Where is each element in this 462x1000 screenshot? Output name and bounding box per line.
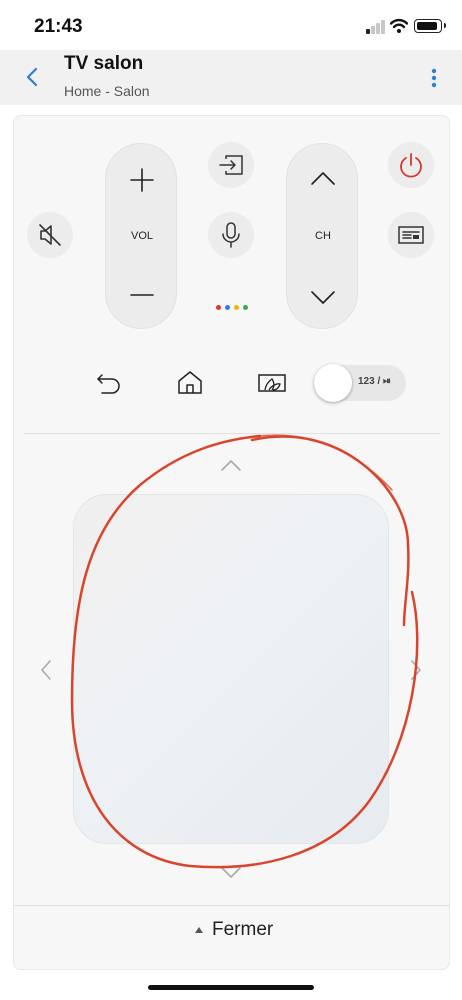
assistant-dots	[216, 305, 250, 311]
microphone-icon	[222, 222, 240, 248]
page-title: TV salon	[64, 53, 144, 74]
volume-label: VOL	[130, 230, 153, 242]
channel-up-button[interactable]	[307, 162, 339, 194]
return-button[interactable]	[92, 368, 124, 398]
mute-icon	[39, 224, 61, 246]
app-header: TV salon Home - Salon	[0, 50, 462, 105]
home-indicator	[148, 985, 314, 990]
channel-rocker: CH	[286, 143, 358, 329]
power-button[interactable]	[388, 142, 434, 188]
more-vertical-icon[interactable]	[425, 66, 443, 90]
volume-up-button[interactable]	[126, 164, 158, 196]
touchpad[interactable]	[73, 494, 389, 844]
assistant-dot	[234, 305, 239, 310]
chevron-down-icon[interactable]	[219, 866, 243, 880]
volume-down-button[interactable]	[126, 279, 158, 311]
guide-icon	[398, 226, 424, 244]
toggle-knob[interactable]	[314, 364, 352, 402]
channel-down-button[interactable]	[307, 282, 339, 314]
status-bar: 21:43	[0, 0, 462, 50]
caret-up-icon	[195, 927, 203, 933]
chevron-left-icon[interactable]	[24, 66, 40, 88]
chevron-right-icon[interactable]	[408, 658, 424, 682]
remote-footer: Fermer	[14, 905, 450, 969]
home-icon	[178, 371, 202, 394]
home-button[interactable]	[174, 367, 206, 397]
ambient-mode-icon	[258, 374, 286, 392]
page-subtitle: Home - Salon	[64, 83, 150, 99]
status-time: 21:43	[34, 16, 83, 37]
close-button[interactable]: Fermer	[194, 918, 273, 942]
close-label: Fermer	[212, 919, 274, 940]
toggle-label: 123 / ⏯	[358, 376, 392, 387]
guide-button[interactable]	[388, 212, 434, 258]
battery-icon	[414, 19, 446, 33]
volume-rocker: VOL	[105, 143, 177, 329]
assistant-dot	[243, 305, 248, 310]
back-icon	[97, 374, 120, 394]
ambient-button[interactable]	[256, 368, 288, 398]
chevron-left-icon[interactable]	[38, 658, 54, 682]
chevron-up-icon[interactable]	[219, 458, 243, 472]
assistant-dot	[225, 305, 230, 310]
channel-label: CH	[315, 230, 331, 242]
power-icon	[400, 153, 422, 178]
divider	[24, 433, 440, 434]
wifi-icon	[390, 18, 408, 33]
input-source-icon	[219, 155, 243, 175]
source-button[interactable]	[208, 142, 254, 188]
number-pad-toggle[interactable]: 123 / ⏯	[314, 364, 406, 402]
cellular-signal-icon	[366, 20, 386, 34]
assistant-dot	[216, 305, 221, 310]
voice-button[interactable]	[208, 212, 254, 258]
mute-button[interactable]	[27, 212, 73, 258]
